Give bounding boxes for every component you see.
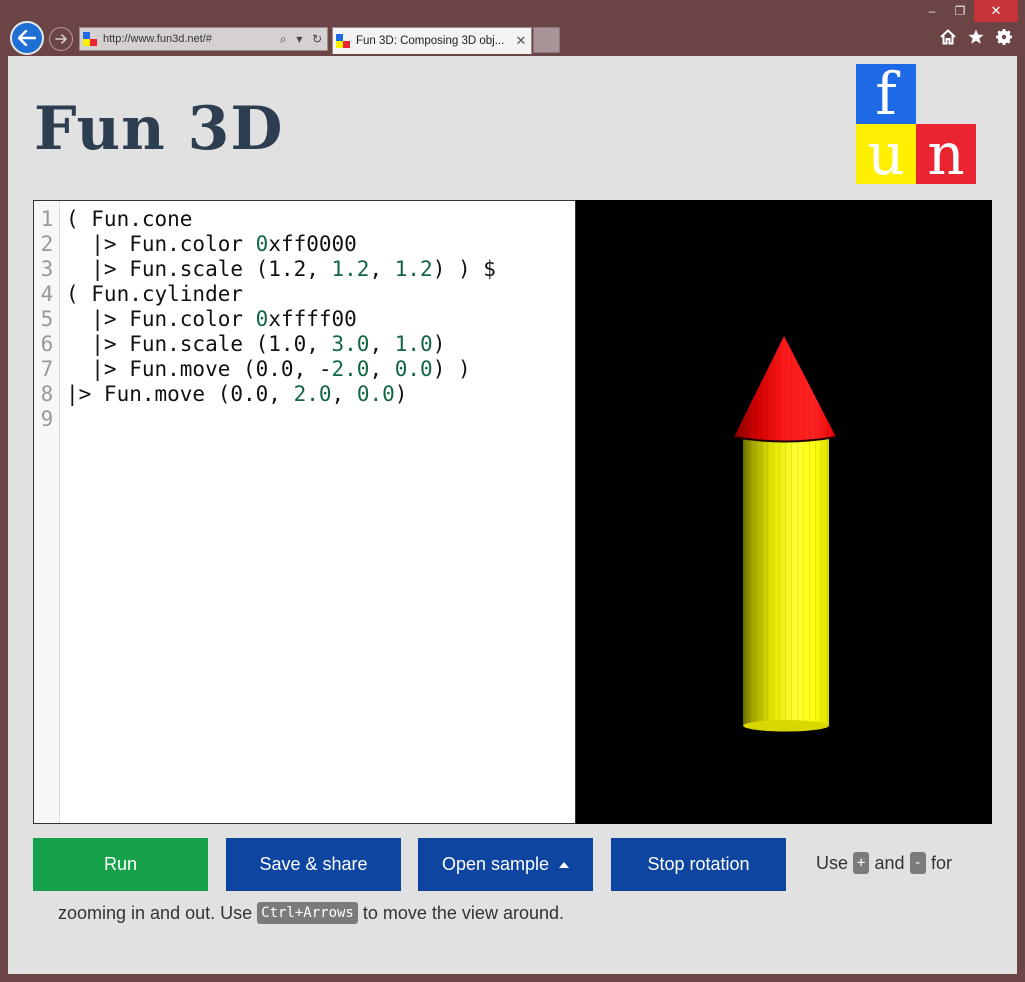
code-token: ,	[331, 382, 357, 406]
code-token: ) )	[432, 357, 471, 381]
code-token: |> Fun.move (0.0,	[66, 382, 294, 406]
address-bar[interactable]: http://www.fun3d.net/# ⌕ ▾ ↻	[79, 27, 328, 51]
open-sample-button[interactable]: Open sample	[418, 838, 593, 891]
run-button[interactable]: Run	[33, 838, 208, 891]
help-text-line-2: zooming in and out. Use Ctrl+Arrows to m…	[58, 902, 564, 924]
code-token: xffff00	[268, 307, 357, 331]
code-token: ) ) $	[432, 257, 496, 281]
code-token: xff0000	[268, 232, 357, 256]
code-text[interactable]: ( Fun.cone	[66, 207, 192, 232]
code-token: )	[394, 382, 408, 406]
ctrl-arrows-key: Ctrl+Arrows	[257, 902, 358, 924]
line-number: 2	[40, 232, 54, 256]
line-number: 4	[40, 282, 54, 306]
search-icon[interactable]: ⌕	[280, 32, 287, 47]
code-token: ( Fun.cylinder	[66, 282, 244, 306]
tab-title: Fun 3D: Composing 3D obj...	[356, 35, 505, 47]
home-icon[interactable]	[940, 29, 956, 45]
code-token: ( Fun.cone	[66, 207, 193, 231]
help-move: to move the view around.	[362, 903, 564, 923]
code-editor[interactable]: 1( Fun.cone 2 |> Fun.color 0xff0000 3 |> F…	[33, 200, 576, 824]
numeric-token: 1.2	[331, 257, 370, 281]
new-tab-button[interactable]	[533, 27, 560, 53]
browser-tab[interactable]: Fun 3D: Composing 3D obj... ✕	[332, 27, 532, 54]
tab-favicon	[336, 34, 350, 48]
back-button[interactable]	[10, 21, 44, 55]
address-text[interactable]: http://www.fun3d.net/#	[103, 33, 275, 45]
numeric-token: 2.0	[331, 357, 370, 381]
code-text[interactable]: |> Fun.color 0xffff00	[66, 307, 357, 332]
tab-close-icon[interactable]: ✕	[511, 33, 531, 49]
numeric-token: 0.0	[394, 357, 433, 381]
settings-gear-icon[interactable]	[996, 29, 1012, 45]
help-zoom: zooming in and out. Use	[58, 903, 253, 923]
numeric-token: 0.0	[356, 382, 395, 406]
code-token: |> Fun.color	[66, 307, 256, 331]
numeric-token: 2.0	[293, 382, 332, 406]
3d-viewport[interactable]	[576, 200, 992, 824]
code-token: )	[432, 332, 446, 356]
help-use: Use	[816, 853, 849, 873]
logo-letter-n: n	[916, 124, 976, 184]
numeric-token: 3.0	[331, 332, 370, 356]
code-token: |> Fun.scale (1.2,	[66, 257, 332, 281]
refresh-icon[interactable]: ↻	[312, 32, 322, 47]
logo-letter-f: f	[856, 64, 916, 124]
site-favicon	[83, 32, 97, 46]
forward-button[interactable]	[49, 27, 73, 51]
code-token: ,	[369, 332, 395, 356]
line-number: 3	[40, 257, 54, 281]
code-text[interactable]: |> Fun.scale (1.0, 3.0, 1.0)	[66, 332, 445, 357]
help-for: for	[931, 853, 953, 873]
stop-rotation-button[interactable]: Stop rotation	[611, 838, 786, 891]
code-text[interactable]: |> Fun.move (0.0, -2.0, 0.0) )	[66, 357, 471, 382]
window-maximize-button[interactable]: ❐	[947, 0, 973, 22]
line-number: 7	[40, 357, 54, 381]
red-cone	[733, 336, 837, 443]
page-title: Fun 3D	[34, 94, 284, 164]
stop-rotation-label: Stop rotation	[647, 854, 750, 874]
help-text-line-1: Use + and - for	[816, 852, 952, 874]
browser-chrome: – ❐ ✕ http://www.fun3d.net/# ⌕ ▾ ↻ Fun 3	[0, 0, 1025, 56]
open-sample-label: Open sample	[441, 854, 550, 874]
code-token: |> Fun.move (0.0, -	[66, 357, 332, 381]
numeric-token: 0	[255, 232, 269, 256]
code-text[interactable]: |> Fun.scale (1.2, 1.2, 1.2) ) $	[66, 257, 496, 282]
caret-up-icon	[559, 861, 570, 868]
yellow-cylinder	[742, 434, 830, 733]
numeric-token: 1.0	[394, 332, 433, 356]
dropdown-icon[interactable]: ▾	[296, 32, 302, 47]
save-share-label: Save & share	[259, 854, 368, 874]
favorites-star-icon[interactable]	[968, 29, 984, 45]
line-number: 9	[40, 407, 54, 431]
line-number: 5	[40, 307, 54, 331]
window-minimize-button[interactable]: –	[917, 0, 947, 22]
run-label: Run	[103, 854, 138, 874]
window-close-button[interactable]: ✕	[974, 0, 1018, 22]
page-content: Fun 3D f u n 1 ( Fun.cone 2 |> Fun.color 0…	[8, 56, 1017, 974]
code-token: ,	[369, 357, 395, 381]
help-and: and	[874, 853, 905, 873]
fun-logo: f u n	[856, 64, 976, 184]
code-text[interactable]: ( Fun.cylinder	[66, 282, 243, 307]
plus-key: +	[853, 852, 870, 874]
code-token: ,	[369, 257, 395, 281]
forward-arrow-icon	[55, 34, 67, 44]
code-text[interactable]: |> Fun.move (0.0, 2.0, 0.0)	[66, 382, 407, 407]
code-token: |> Fun.color	[66, 232, 256, 256]
line-number: 6	[40, 332, 54, 356]
line-number: 1	[40, 207, 54, 231]
line-number: 8	[40, 382, 54, 406]
numeric-token: 1.2	[394, 257, 433, 281]
minus-key: -	[909, 852, 926, 874]
save-share-button[interactable]: Save & share	[226, 838, 401, 891]
code-token: |> Fun.scale (1.0,	[66, 332, 332, 356]
code-text[interactable]: |> Fun.color 0xff0000	[66, 232, 357, 257]
3d-scene	[733, 336, 837, 733]
back-arrow-icon	[18, 30, 36, 46]
logo-letter-u: u	[856, 124, 916, 184]
numeric-token: 0	[255, 307, 269, 331]
